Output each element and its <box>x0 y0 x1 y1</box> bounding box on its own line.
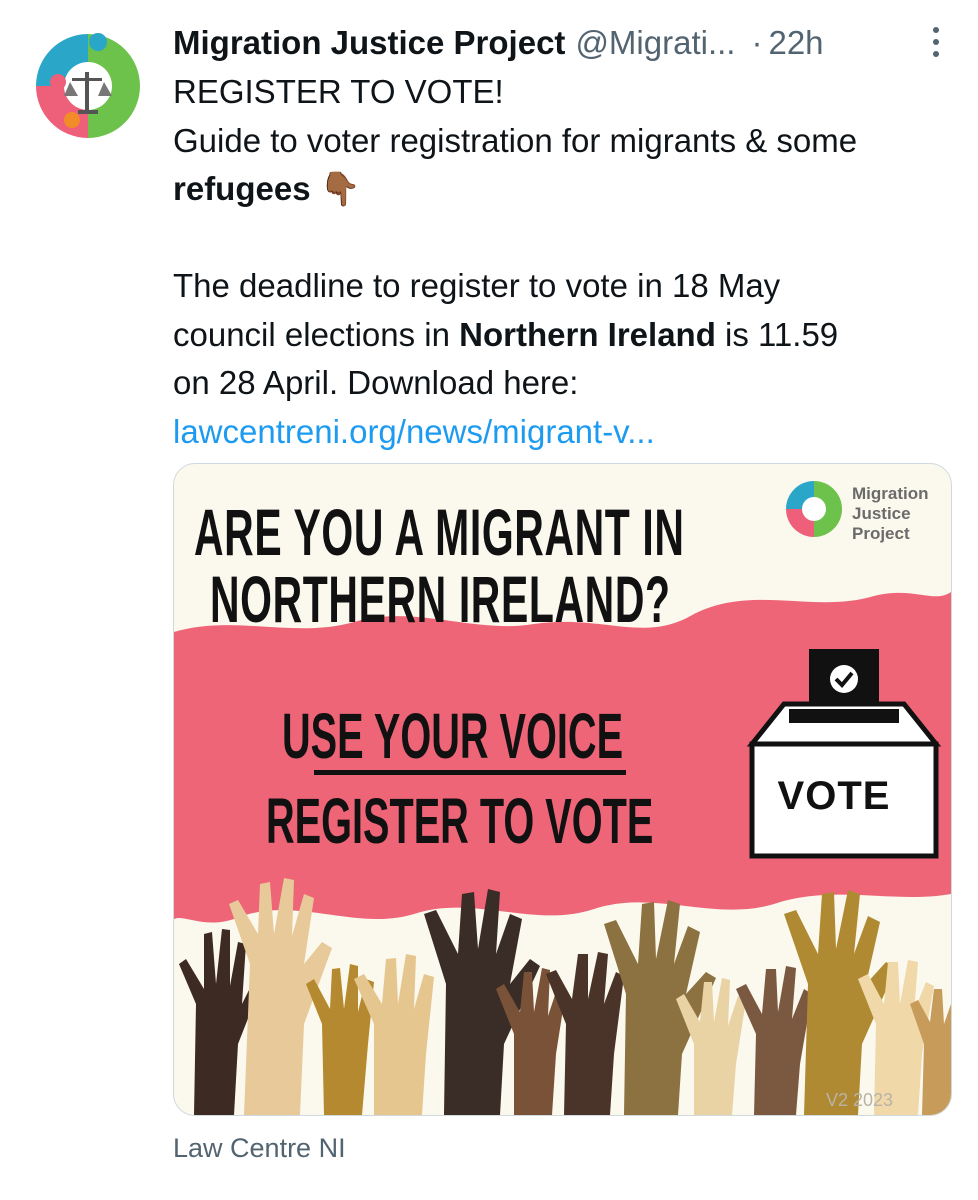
author-name[interactable]: Migration Justice Project <box>173 20 565 66</box>
poster-logo-text: Migration Justice Project <box>852 484 929 543</box>
poster-voice-line1: USE YOUR VOICE <box>282 700 624 772</box>
tweet-line: on 28 April. Download here: <box>173 364 579 401</box>
tweet-line: Guide to voter registration for migrants… <box>173 121 858 159</box>
bold-text: refugees <box>173 170 311 207</box>
pointing-down-emoji-icon: 👇🏾 <box>319 170 361 207</box>
tweet-line: REGISTER TO VOTE! <box>173 73 504 110</box>
poster-heading-line1: ARE YOU A MIGRANT IN <box>194 495 685 569</box>
ballot-box-label: VOTE <box>777 774 891 818</box>
poster-voice-line2: REGISTER TO VOTE <box>266 785 654 857</box>
tweet-time[interactable]: 22h <box>768 20 823 66</box>
tweet-media-image[interactable]: ARE YOU A MIGRANT IN NORTHERN IRELAND? M… <box>173 463 952 1116</box>
media-source-label[interactable]: Law Centre NI <box>173 1133 346 1164</box>
author-handle[interactable]: @Migrati... <box>575 20 735 66</box>
tweet-line: refugees 👇🏾 <box>173 165 963 214</box>
author-avatar[interactable] <box>28 26 148 146</box>
underline-decoration <box>314 770 626 775</box>
tweet-header: Migration Justice Project @Migrati... · … <box>173 20 963 66</box>
more-options-icon[interactable] <box>926 22 946 62</box>
migration-justice-logo-icon <box>36 33 140 138</box>
separator-dot: · <box>751 24 763 61</box>
poster-version: V2 2023 <box>826 1090 894 1110</box>
poster-heading-line2: NORTHERN IRELAND? <box>210 562 671 636</box>
bold-text: Northern Ireland <box>459 315 716 353</box>
tweet-line: The deadline to register to vote in 18 M… <box>173 267 781 304</box>
tweet-body: REGISTER TO VOTE! Guide to voter registr… <box>173 68 963 456</box>
tweet-line: council elections in Northern Ireland is… <box>173 315 839 353</box>
tweet-link[interactable]: lawcentreni.org/news/migrant-v... <box>173 408 963 457</box>
